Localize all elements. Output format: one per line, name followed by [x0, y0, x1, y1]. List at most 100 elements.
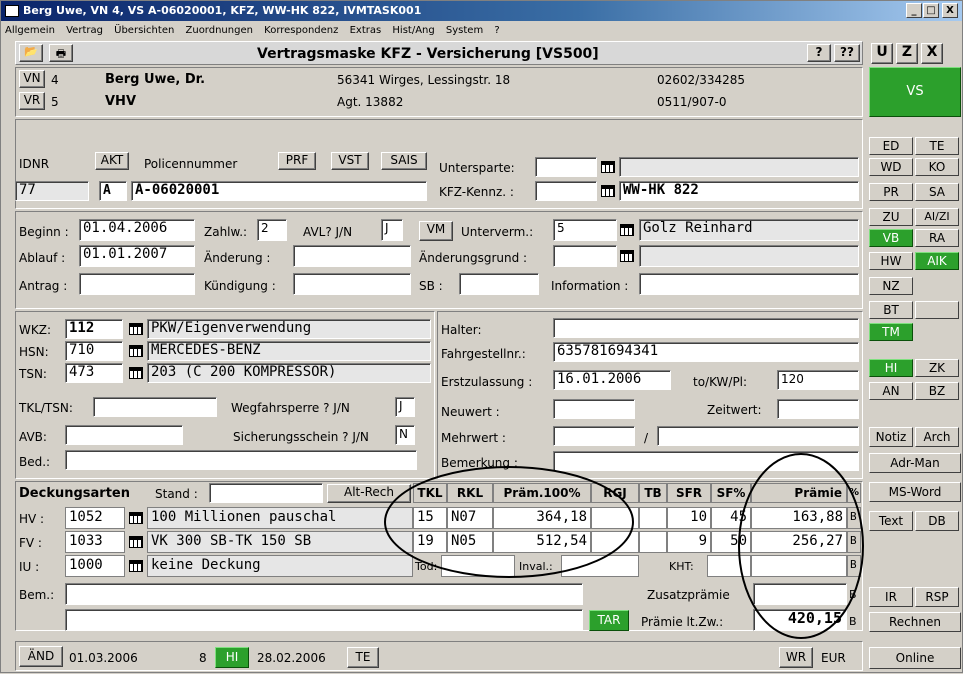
side-notiz[interactable]: Notiz: [869, 427, 913, 447]
fv-praemie[interactable]: 256,27: [751, 531, 847, 553]
hi-button[interactable]: HI: [215, 647, 249, 668]
iu-praemie[interactable]: [751, 555, 847, 577]
hv-tb[interactable]: [639, 507, 667, 529]
untersparte-code[interactable]: [535, 157, 597, 177]
side-bt[interactable]: BT: [869, 301, 913, 319]
side-rsp[interactable]: RSP: [915, 587, 959, 607]
kennz-code[interactable]: [535, 181, 597, 201]
side-aizi[interactable]: AI/ZI: [915, 208, 959, 226]
z-button[interactable]: Z: [896, 43, 918, 64]
fv-code[interactable]: 1033: [65, 531, 125, 553]
tsn-field[interactable]: 473: [65, 363, 123, 383]
beginn-field[interactable]: 01.04.2006: [79, 219, 195, 241]
side-online[interactable]: Online: [869, 647, 961, 669]
fv-rkl[interactable]: N05: [447, 531, 493, 553]
minimize-button[interactable]: _: [906, 3, 922, 18]
tod-field[interactable]: [441, 555, 515, 577]
side-pr[interactable]: PR: [869, 183, 913, 201]
aenderungsgrund-text[interactable]: [639, 245, 859, 267]
fgst-field[interactable]: 635781694341: [553, 342, 859, 362]
mehrwert-field[interactable]: [553, 426, 635, 446]
hsn-field[interactable]: 710: [65, 341, 123, 361]
menu-extras[interactable]: Extras: [350, 25, 382, 36]
iu-text[interactable]: keine Deckung: [147, 555, 413, 577]
erstzu-field[interactable]: 16.01.2006: [553, 370, 671, 390]
fv-rgj[interactable]: [591, 531, 639, 553]
hv-text[interactable]: 100 Millionen pauschal: [147, 507, 413, 529]
fv-sfr[interactable]: 9: [667, 531, 711, 553]
hv-praem100[interactable]: 364,18: [493, 507, 591, 529]
side-vs[interactable]: VS: [869, 67, 961, 117]
table-icon[interactable]: [129, 345, 143, 357]
zusatz-field[interactable]: [753, 583, 847, 605]
tsn-text[interactable]: 203 (C 200 KOMPRESSOR): [147, 363, 431, 383]
side-aik[interactable]: AIK: [915, 252, 959, 270]
side-text[interactable]: Text: [869, 511, 913, 531]
wr-button[interactable]: WR: [779, 647, 813, 668]
help2-button[interactable]: ??: [834, 44, 860, 62]
ablauf-field[interactable]: 01.01.2007: [79, 245, 195, 267]
menu-system[interactable]: System: [446, 25, 483, 36]
sicher-field[interactable]: N: [395, 425, 415, 445]
akt-button[interactable]: AKT: [95, 152, 129, 170]
vr-button[interactable]: VR: [19, 92, 45, 110]
side-zk[interactable]: ZK: [915, 359, 959, 377]
tar-button[interactable]: TAR: [589, 610, 629, 631]
side-bz[interactable]: BZ: [915, 382, 959, 400]
hv-sfp[interactable]: 45: [711, 507, 751, 529]
tokw-field[interactable]: 120: [777, 370, 859, 390]
bemerkung-field[interactable]: [553, 451, 859, 471]
side-arch[interactable]: Arch: [915, 427, 959, 447]
fv-sfp[interactable]: 50: [711, 531, 751, 553]
sais-button[interactable]: SAIS: [381, 152, 427, 170]
menu-allgemein[interactable]: Allgemein: [5, 25, 55, 36]
hv-tkl[interactable]: 15: [413, 507, 447, 529]
menu-help[interactable]: ?: [494, 25, 499, 36]
wkz-field[interactable]: 112: [65, 319, 123, 339]
avb-field[interactable]: [65, 425, 183, 445]
side-ko[interactable]: KO: [915, 158, 959, 176]
fv-tb[interactable]: [639, 531, 667, 553]
side-an[interactable]: AN: [869, 382, 913, 400]
hv-rgj[interactable]: [591, 507, 639, 529]
alt-rech-button[interactable]: Alt-Rech: [327, 484, 411, 503]
police-field[interactable]: A-06020001: [131, 181, 427, 201]
table-icon[interactable]: [620, 224, 634, 236]
aend-button[interactable]: ÄND: [19, 646, 63, 667]
side-rechnen[interactable]: Rechnen: [869, 612, 961, 632]
bem2-field[interactable]: [65, 609, 583, 631]
u-button[interactable]: U: [871, 43, 893, 64]
side-ir[interactable]: IR: [869, 587, 913, 607]
wegfahr-field[interactable]: J: [395, 397, 415, 417]
prf-button[interactable]: PRF: [278, 152, 316, 170]
fv-text[interactable]: VK 300 SB-TK 150 SB: [147, 531, 413, 553]
menu-korrespondenz[interactable]: Korrespondenz: [264, 25, 338, 36]
side-ed[interactable]: ED: [869, 137, 913, 155]
fv-tkl[interactable]: 19: [413, 531, 447, 553]
untersparte-text[interactable]: [619, 157, 859, 177]
menu-vertrag[interactable]: Vertrag: [66, 25, 103, 36]
aenderung-field[interactable]: [293, 245, 411, 267]
hv-praemie[interactable]: 163,88: [751, 507, 847, 529]
table-icon[interactable]: [601, 185, 615, 197]
aenderungsgrund-code[interactable]: [553, 245, 617, 267]
menu-zuordnungen[interactable]: Zuordnungen: [186, 25, 253, 36]
side-tm[interactable]: TM: [869, 323, 913, 341]
mehrwert2-field[interactable]: [657, 426, 859, 446]
idnr-field[interactable]: 77: [15, 181, 89, 201]
side-blank[interactable]: [915, 301, 959, 319]
help-button[interactable]: ?: [807, 44, 831, 62]
antrag-field[interactable]: [79, 273, 195, 295]
praemie-zw-field[interactable]: 420,15: [753, 609, 847, 631]
vst-button[interactable]: VST: [331, 152, 369, 170]
zahlw-field[interactable]: 2: [257, 219, 287, 241]
table-icon[interactable]: [129, 536, 143, 548]
table-icon[interactable]: [601, 161, 615, 173]
side-adr-man[interactable]: Adr-Man: [869, 453, 961, 473]
te-button[interactable]: TE: [347, 647, 379, 668]
folder-icon[interactable]: 📂: [19, 44, 43, 62]
tkl-field[interactable]: [93, 397, 217, 417]
table-icon[interactable]: [620, 250, 634, 262]
side-hw[interactable]: HW: [869, 252, 913, 270]
status-field[interactable]: A: [99, 181, 127, 201]
